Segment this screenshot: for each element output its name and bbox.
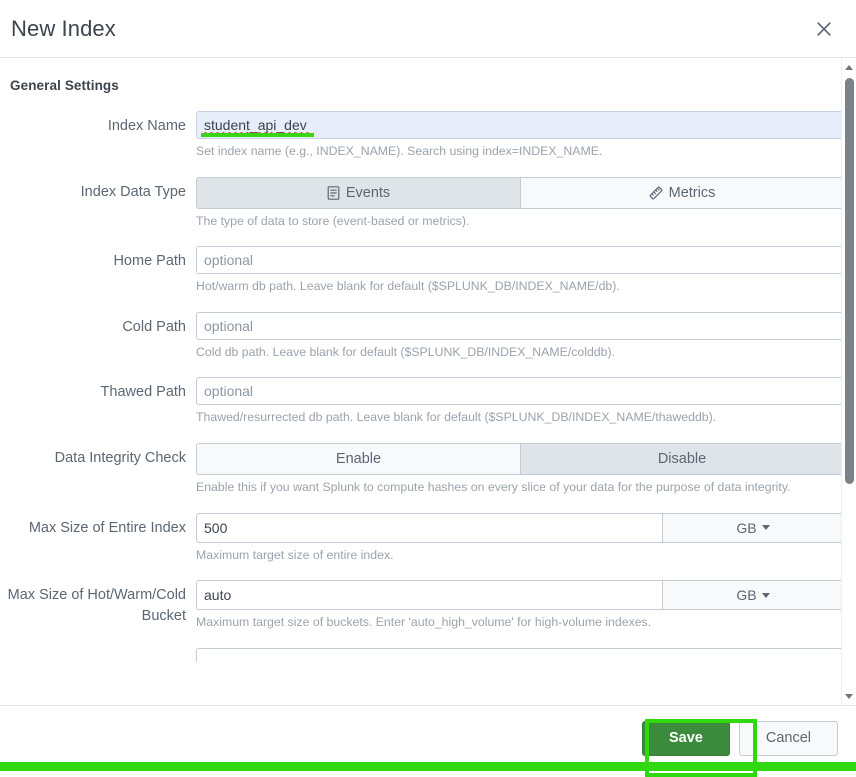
cold-path-input[interactable]	[196, 311, 844, 340]
index-data-type-option-metrics-label: Metrics	[668, 184, 716, 201]
field-row-data-integrity-check: Data Integrity Check Enable Disable Enab…	[0, 442, 856, 496]
max-size-bucket-group: GB	[196, 580, 844, 611]
events-icon	[327, 185, 340, 200]
new-index-modal: New Index General Settings Index Name st…	[0, 0, 856, 777]
section-heading: General Settings	[10, 78, 119, 93]
save-button[interactable]: Save	[641, 721, 730, 756]
field-row-max-size-entire-index: Max Size of Entire Index GB Maximum targ…	[0, 512, 856, 564]
data-integrity-option-disable[interactable]: Disable	[520, 443, 843, 474]
page-title: New Index	[11, 15, 116, 41]
field-row-clipped-next	[0, 647, 856, 662]
index-data-type-help: The type of data to store (event-based o…	[196, 213, 470, 228]
index-name-label: Index Name	[107, 118, 186, 134]
index-data-type-toggle: Events Metrics	[196, 176, 844, 209]
index-data-type-option-events[interactable]: Events	[197, 177, 520, 208]
modal-header: New Index	[0, 0, 856, 58]
home-path-help: Hot/warm db path. Leave blank for defaul…	[196, 279, 620, 294]
scrollbar-thumb[interactable]	[845, 78, 854, 484]
field-row-index-name: Index Name Set index name (e.g., INDEX_N…	[0, 111, 856, 160]
thawed-path-input[interactable]	[196, 377, 844, 406]
metrics-ruler-icon	[649, 186, 663, 200]
thawed-path-label: Thawed Path	[100, 384, 186, 401]
data-integrity-option-enable[interactable]: Enable	[197, 443, 520, 474]
data-integrity-option-enable-label: Enable	[335, 450, 382, 467]
max-size-bucket-input[interactable]	[196, 580, 662, 611]
field-row-thawed-path: Thawed Path Thawed/resurrected db path. …	[0, 377, 856, 426]
index-data-type-option-metrics[interactable]: Metrics	[520, 177, 843, 208]
max-size-entire-index-unit-select[interactable]: GB	[662, 512, 844, 543]
max-size-entire-index-input[interactable]	[196, 512, 662, 543]
field-row-cold-path: Cold Path Cold db path. Leave blank for …	[0, 311, 856, 361]
data-integrity-check-help: Enable this if you want Splunk to comput…	[196, 479, 791, 494]
index-data-type-option-events-label: Events	[345, 184, 391, 201]
max-size-bucket-label: Max Size of Hot/Warm/Cold Bucket	[7, 587, 186, 625]
chevron-down-icon	[761, 525, 770, 531]
cancel-button[interactable]: Cancel	[738, 721, 838, 756]
max-size-entire-index-label: Max Size of Entire Index	[28, 519, 186, 536]
field-row-home-path: Home Path Hot/warm db path. Leave blank …	[0, 246, 856, 295]
close-icon[interactable]	[808, 13, 840, 45]
max-size-entire-index-help: Maximum target size of entire index.	[196, 547, 394, 562]
form-scroll-area: General Settings Index Name Set index na…	[0, 58, 856, 705]
scroll-down-arrow-icon[interactable]	[842, 689, 856, 703]
clipped-field-input[interactable]	[196, 647, 844, 662]
home-path-label: Home Path	[113, 253, 186, 270]
max-size-bucket-help: Maximum target size of buckets. Enter 'a…	[196, 615, 652, 630]
index-name-help: Set index name (e.g., INDEX_NAME). Searc…	[196, 144, 603, 158]
max-size-bucket-unit-select[interactable]: GB	[662, 580, 844, 611]
field-row-index-data-type: Index Data Type Events Metrics The type …	[0, 176, 856, 230]
cold-path-label: Cold Path	[122, 318, 186, 335]
thawed-path-help: Thawed/resurrected db path. Leave blank …	[196, 410, 717, 425]
data-integrity-check-label: Data Integrity Check	[54, 449, 186, 466]
scroll-up-arrow-icon[interactable]	[842, 60, 856, 74]
vertical-scrollbar[interactable]	[841, 58, 856, 705]
max-size-entire-index-group: GB	[196, 512, 844, 543]
field-row-max-size-bucket: Max Size of Hot/Warm/Cold Bucket GB Maxi…	[0, 580, 856, 631]
data-integrity-option-disable-label: Disable	[657, 450, 707, 467]
index-data-type-label: Index Data Type	[80, 183, 186, 200]
modal-body: General Settings Index Name Set index na…	[0, 58, 856, 705]
max-size-entire-index-unit-label: GB	[736, 519, 757, 536]
home-path-input[interactable]	[196, 246, 844, 275]
data-integrity-check-toggle: Enable Disable	[196, 442, 844, 475]
chevron-down-icon	[761, 592, 770, 598]
bottom-highlight-annotation	[0, 762, 856, 771]
max-size-bucket-unit-label: GB	[736, 587, 757, 604]
index-name-input[interactable]	[196, 111, 844, 139]
clipped-field-label	[0, 648, 196, 653]
cold-path-help: Cold db path. Leave blank for default ($…	[196, 344, 615, 359]
